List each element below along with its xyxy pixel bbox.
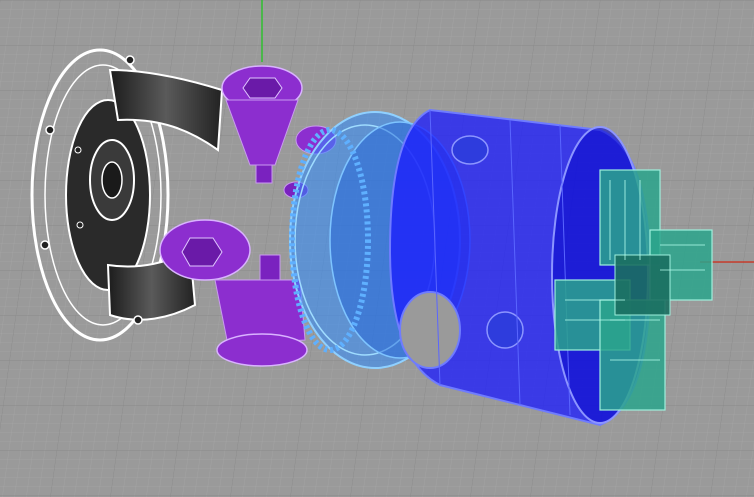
viewport-canvas[interactable] <box>0 0 754 497</box>
3d-viewport[interactable] <box>0 0 754 497</box>
